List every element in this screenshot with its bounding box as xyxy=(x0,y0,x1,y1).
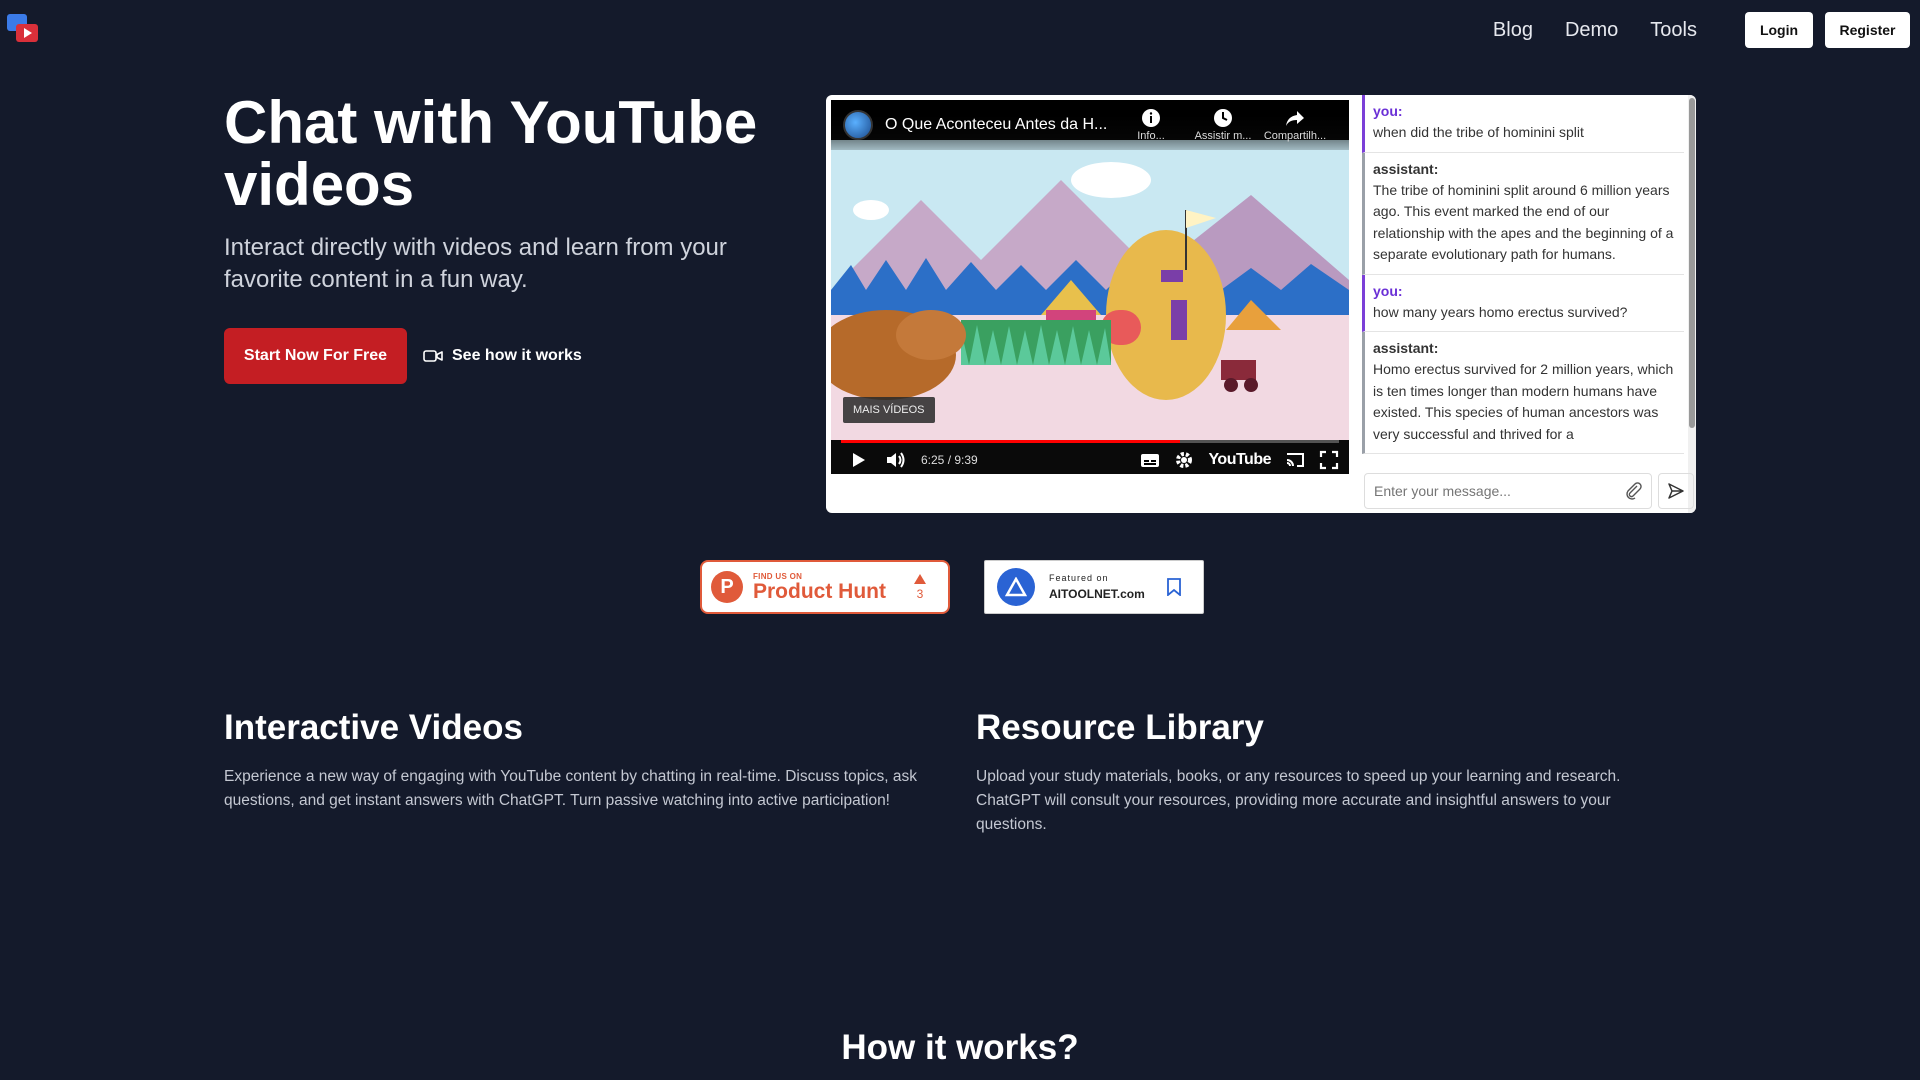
chat-message: assistant: Homo erectus survived for 2 m… xyxy=(1362,332,1684,454)
video-progress-bar[interactable] xyxy=(841,440,1339,443)
feature-title-resource-library: Resource Library xyxy=(976,708,1264,747)
app-logo[interactable] xyxy=(7,14,41,46)
message-input-box xyxy=(1364,473,1652,509)
settings-gear-icon[interactable] xyxy=(1174,450,1194,470)
aitoolnet-logo xyxy=(997,568,1035,606)
message-role: assistant: xyxy=(1373,160,1439,177)
featured-on-text: Featured on xyxy=(1049,573,1109,583)
info-label: Info... xyxy=(1137,130,1165,142)
share-label: Compartilh... xyxy=(1263,130,1327,142)
send-icon xyxy=(1668,483,1684,499)
upvote-count: 3 xyxy=(914,573,926,601)
play-icon[interactable] xyxy=(847,449,869,471)
see-how-it-works-link[interactable]: See how it works xyxy=(423,342,582,370)
aitoolnet-name: AITOOLNET.com xyxy=(1049,587,1145,601)
info-icon xyxy=(1142,109,1160,127)
chat-message: assistant: The tribe of hominini split a… xyxy=(1362,152,1684,275)
info-action[interactable]: Info... xyxy=(1115,108,1187,142)
subtitles-icon[interactable] xyxy=(1140,450,1160,470)
register-button[interactable]: Register xyxy=(1825,12,1910,48)
triangle-logo-icon xyxy=(1005,577,1027,597)
message-role: assistant: xyxy=(1373,340,1439,356)
start-now-button[interactable]: Start Now For Free xyxy=(224,328,407,384)
scrollbar-thumb[interactable] xyxy=(1689,98,1695,428)
video-frame-illustration xyxy=(831,140,1349,440)
chat-scrollbar[interactable] xyxy=(1688,95,1696,513)
video-top-bar: O Que Aconteceu Antes da H... Info... As… xyxy=(831,100,1349,150)
top-nav: Blog Demo Tools Login Register xyxy=(1493,12,1910,48)
volume-icon[interactable] xyxy=(885,449,907,471)
see-how-label: See how it works xyxy=(452,347,582,364)
bookmark-icon xyxy=(1167,578,1181,596)
video-time: 6:25 / 9:39 xyxy=(921,453,978,467)
video-progress-fill xyxy=(841,440,1180,443)
watch-later-action[interactable]: Assistir m... xyxy=(1187,108,1259,142)
chat-log[interactable]: you: when did the tribe of hominini spli… xyxy=(1362,95,1684,467)
youtube-player[interactable]: O Que Aconteceu Antes da H... Info... As… xyxy=(831,100,1349,474)
chat-message: you: how many years homo erectus survive… xyxy=(1362,274,1684,332)
message-input[interactable] xyxy=(1374,483,1625,499)
demo-panel: O Que Aconteceu Antes da H... Info... As… xyxy=(826,95,1696,513)
aitoolnet-badge[interactable]: Featured on AITOOLNET.com xyxy=(984,560,1204,614)
message-role: you: xyxy=(1373,103,1403,119)
product-hunt-name: Product Hunt xyxy=(753,579,886,603)
upvote-number: 3 xyxy=(916,586,924,601)
send-button[interactable] xyxy=(1658,473,1694,509)
nav-tools[interactable]: Tools xyxy=(1650,19,1697,42)
message-text: how many years homo erectus survived? xyxy=(1373,303,1628,320)
clock-icon xyxy=(1214,109,1232,127)
hero-subtitle: Interact directly with videos and learn … xyxy=(224,234,727,293)
share-action[interactable]: Compartilh... xyxy=(1259,108,1331,142)
nav-blog[interactable]: Blog xyxy=(1493,19,1533,42)
message-text: Homo erectus survived for 2 million year… xyxy=(1373,361,1674,442)
nav-demo[interactable]: Demo xyxy=(1565,19,1618,42)
hero-title: Chat with YouTube videos xyxy=(224,89,758,218)
feature-text-interactive-videos: Experience a new way of engaging with Yo… xyxy=(224,768,918,809)
message-text: when did the tribe of hominini split xyxy=(1373,124,1584,140)
feature-text-resource-library: Upload your study materials, books, or a… xyxy=(976,768,1621,833)
feature-title-interactive-videos: Interactive Videos xyxy=(224,708,523,747)
youtube-logo[interactable]: YouTube xyxy=(1208,451,1271,469)
fullscreen-icon[interactable] xyxy=(1319,450,1339,470)
product-hunt-logo: P xyxy=(711,571,743,603)
more-videos-button[interactable]: MAIS VÍDEOS xyxy=(843,397,935,423)
cast-icon[interactable] xyxy=(1285,450,1305,470)
share-icon xyxy=(1286,111,1304,126)
channel-avatar[interactable] xyxy=(843,110,873,140)
how-it-works-heading: How it works? xyxy=(841,1028,1079,1067)
video-controls: 6:25 / 9:39 YouTube xyxy=(831,446,1349,474)
product-hunt-badge[interactable]: P FIND US ON Product Hunt 3 xyxy=(700,560,950,614)
message-text: The tribe of hominini split around 6 mil… xyxy=(1373,181,1674,263)
message-role: you: xyxy=(1373,282,1403,299)
chat-message: you: when did the tribe of hominini spli… xyxy=(1362,95,1684,153)
watch-later-label: Assistir m... xyxy=(1194,130,1252,142)
upvote-triangle-icon xyxy=(914,573,926,584)
video-camera-icon xyxy=(423,350,443,362)
attach-paperclip-icon[interactable] xyxy=(1625,482,1643,500)
login-button[interactable]: Login xyxy=(1745,12,1813,48)
video-title[interactable]: O Que Aconteceu Antes da H... xyxy=(885,116,1115,134)
